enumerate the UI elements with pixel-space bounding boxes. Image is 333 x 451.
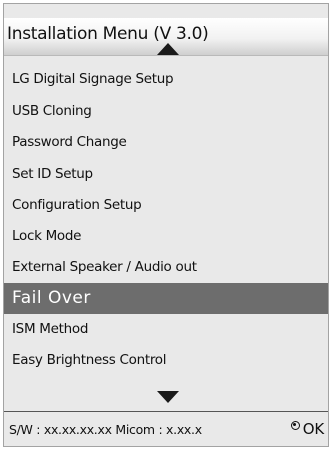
menu-item-ism-method[interactable]: ISM Method [4,314,328,345]
ok-hint: OK [290,420,324,438]
software-version-info: S/W : xx.xx.xx.xx Micom : x.xx.x [9,422,202,437]
menu-item-usb-cloning[interactable]: USB Cloning [4,96,328,127]
remote-ok-button-icon [290,420,300,430]
menu-item-lock-mode[interactable]: Lock Mode [4,221,328,252]
menu-item-password-change[interactable]: Password Change [4,127,328,158]
installation-menu-panel: Installation Menu (V 3.0) LG Digital Sig… [3,3,329,447]
scroll-down-arrow-icon[interactable] [157,391,179,403]
menu-item-easy-brightness-control[interactable]: Easy Brightness Control [4,345,328,376]
ok-label: OK [302,420,324,438]
menu-item-lg-digital-signage-setup[interactable]: LG Digital Signage Setup [4,64,328,95]
menu-item-set-id-setup[interactable]: Set ID Setup [4,159,328,190]
menu-footer: S/W : xx.xx.xx.xx Micom : x.xx.x OK [4,411,328,446]
menu-title: Installation Menu (V 3.0) [7,24,209,44]
menu-item-configuration-setup[interactable]: Configuration Setup [4,190,328,221]
menu-item-external-speaker-audio-out[interactable]: External Speaker / Audio out [4,252,328,283]
screen: Installation Menu (V 3.0) LG Digital Sig… [0,0,333,451]
scroll-up-arrow-icon[interactable] [157,43,179,55]
menu-item-fail-over[interactable]: Fail Over [4,283,328,314]
